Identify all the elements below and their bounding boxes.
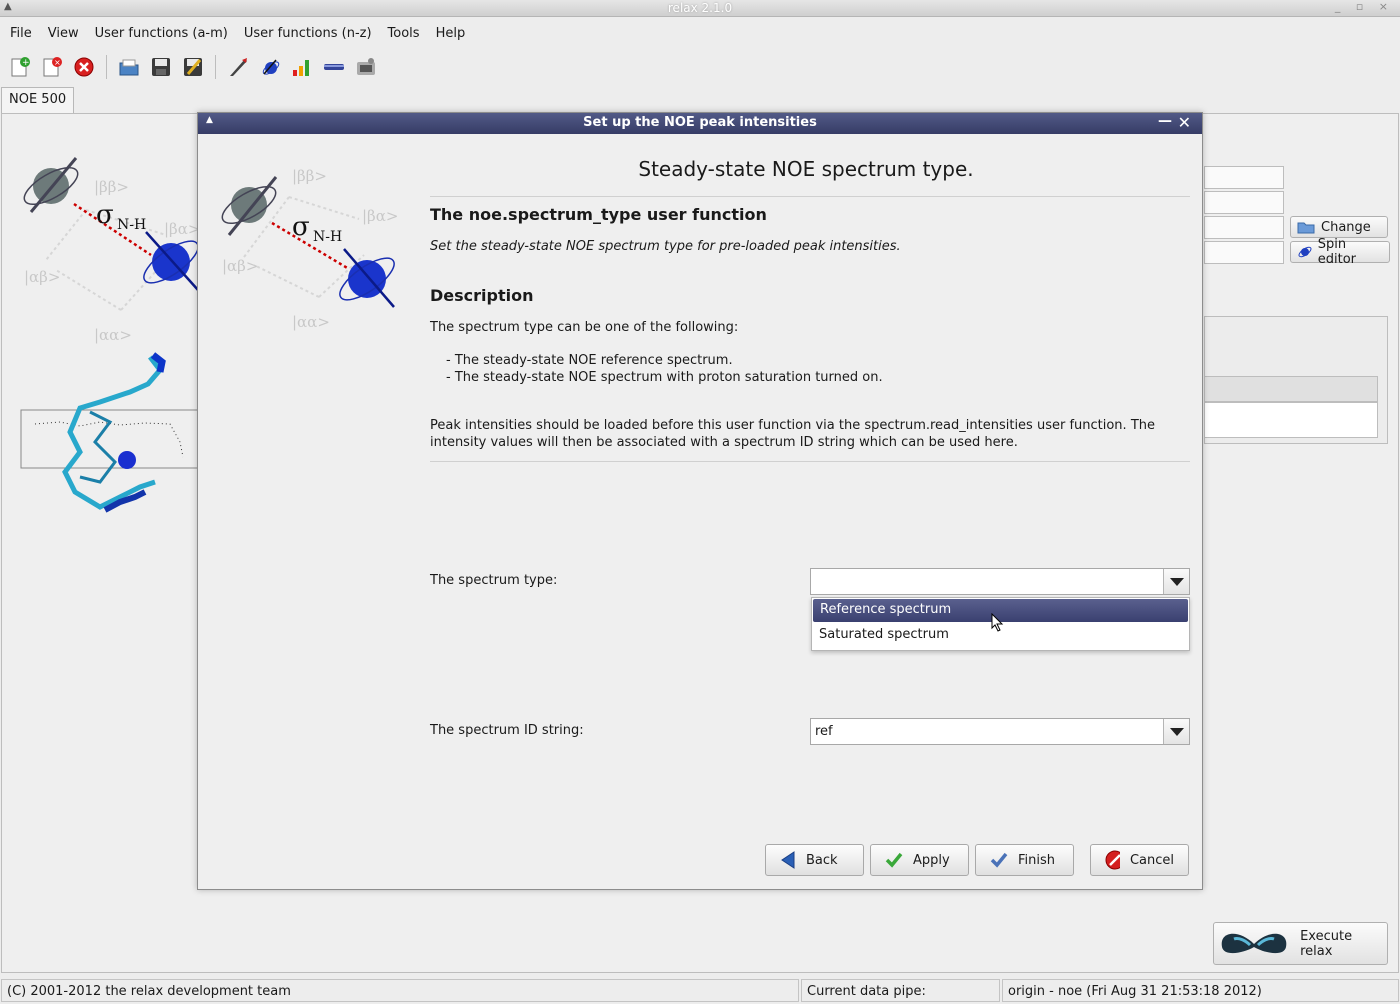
- save-icon[interactable]: [147, 53, 175, 81]
- menu-help[interactable]: Help: [426, 22, 472, 46]
- pipe-editor-icon[interactable]: [320, 53, 348, 81]
- finish-check-icon: [990, 852, 1008, 868]
- background-field-1: [1204, 166, 1284, 189]
- minimize-icon[interactable]: —: [1158, 113, 1172, 129]
- sigma-symbol: σ: [292, 212, 310, 242]
- dialog-heading: Steady-state NOE spectrum type.: [638, 157, 974, 181]
- sigma-subscript: N-H: [313, 229, 342, 245]
- sigma-symbol: σ: [96, 200, 114, 230]
- apply-label: Apply: [913, 852, 950, 868]
- noe-setup-dialog: ▲ Set up the NOE peak intensities — ✕ |β…: [197, 112, 1203, 890]
- noe-graphic: |ββ> |βα> |αβ> |αα> σ N-H: [221, 167, 398, 331]
- spectrum-type-combo[interactable]: [810, 568, 1190, 595]
- check-icon: [885, 852, 903, 868]
- spectrum-id-label: The spectrum ID string:: [430, 723, 584, 738]
- protein-spectrum-image: [20, 352, 200, 513]
- state-ab-label: |αβ>: [24, 268, 60, 286]
- list-item: - The steady-state NOE spectrum with pro…: [446, 370, 883, 385]
- spin-icon: [1298, 246, 1312, 258]
- close-analysis-icon[interactable]: ×: [38, 53, 66, 81]
- status-pipe-label: Current data pipe:: [801, 979, 1000, 1002]
- cancel-label: Cancel: [1129, 852, 1174, 868]
- background-field-2: [1204, 191, 1284, 214]
- menu-user-functions-n-z[interactable]: User functions (n-z): [234, 22, 378, 46]
- user-function-synopsis: Set the steady-state NOE spectrum type f…: [430, 239, 901, 254]
- mouse-cursor-icon: [991, 613, 1004, 632]
- close-icon[interactable]: ✕: [1178, 113, 1191, 132]
- spectrum-type-label: The spectrum type:: [430, 573, 558, 588]
- list-item: - The steady-state NOE reference spectru…: [446, 353, 733, 368]
- cancel-icon: [1105, 850, 1120, 870]
- description-paragraph-2: Peak intensities should be loaded before…: [430, 418, 1155, 450]
- window-controls[interactable]: _ ▫ ×: [1335, 0, 1394, 13]
- execute-relax-label: Execute relax: [1300, 928, 1353, 959]
- sigma-subscript: N-H: [117, 217, 146, 233]
- state-ba-label: |βα>: [164, 220, 200, 238]
- background-list-body: [1204, 402, 1378, 438]
- menubar: File View User functions (a-m) User func…: [0, 22, 1400, 46]
- menu-tools[interactable]: Tools: [378, 22, 426, 46]
- spin-viewer-icon[interactable]: [256, 53, 284, 81]
- toolbar: + ×: [6, 52, 380, 82]
- prompt-icon[interactable]: [352, 53, 380, 81]
- state-bb-label: |ββ>: [94, 178, 129, 196]
- new-analysis-icon[interactable]: +: [6, 53, 34, 81]
- menu-view[interactable]: View: [38, 22, 85, 46]
- dialog-menu-icon[interactable]: ▲: [206, 115, 213, 125]
- change-label: Change: [1321, 219, 1371, 235]
- save-as-icon[interactable]: [179, 53, 207, 81]
- svg-text:+: +: [22, 58, 30, 68]
- spin-editor-button[interactable]: Spin editor: [1290, 237, 1390, 267]
- change-button[interactable]: Change: [1290, 216, 1388, 238]
- svg-text:×: ×: [54, 58, 61, 67]
- finish-button[interactable]: Finish: [975, 844, 1074, 876]
- back-arrow-icon: [781, 851, 795, 869]
- toolbar-separator: [106, 55, 107, 79]
- menu-file[interactable]: File: [0, 22, 38, 46]
- state-ab-label: |αβ>: [222, 257, 258, 275]
- description-list: - The steady-state NOE reference spectru…: [446, 352, 883, 386]
- description-heading: Description: [430, 286, 534, 305]
- close-all-icon[interactable]: [70, 53, 98, 81]
- spectrum-id-value: ref: [815, 724, 833, 739]
- dialog-titlebar: ▲ Set up the NOE peak intensities — ✕: [198, 113, 1202, 134]
- description-divider: [430, 461, 1190, 462]
- apply-button[interactable]: Apply: [870, 844, 969, 876]
- results-icon[interactable]: [288, 53, 316, 81]
- status-copyright: (C) 2001-2012 the relax development team: [1, 979, 799, 1002]
- chevron-down-icon[interactable]: [1163, 569, 1189, 594]
- user-function-title: The noe.spectrum_type user function: [430, 205, 767, 224]
- toolbar-separator: [215, 55, 216, 79]
- statusbar: (C) 2001-2012 the relax development team…: [0, 977, 1400, 1004]
- tab-noe-500[interactable]: NOE 500: [1, 87, 75, 114]
- chevron-down-icon[interactable]: [1163, 719, 1189, 744]
- run-icon[interactable]: [224, 53, 252, 81]
- state-aa-label: |αα>: [292, 313, 330, 331]
- background-field-4: [1204, 241, 1284, 264]
- heading-divider: [430, 196, 1190, 197]
- finish-label: Finish: [1018, 852, 1056, 868]
- folder-icon: [1297, 222, 1315, 234]
- status-pipe-value: origin - noe (Fri Aug 31 21:53:18 2012): [1002, 979, 1399, 1002]
- butterfly-icon: [1221, 933, 1287, 953]
- window-title: relax 2.1.0: [667, 1, 733, 15]
- noe-graphic-background: |ββ> |βα> |αβ> |αα> σ N-H: [23, 157, 200, 344]
- cancel-button[interactable]: Cancel: [1090, 844, 1189, 876]
- execute-relax-button[interactable]: Execute relax: [1213, 922, 1388, 965]
- description-paragraph-1: The spectrum type can be one of the foll…: [430, 320, 739, 335]
- state-bb-label: |ββ>: [292, 167, 327, 185]
- state-aa-label: |αα>: [94, 326, 132, 344]
- menu-user-functions-a-m[interactable]: User functions (a-m): [85, 22, 234, 46]
- spin-editor-label: Spin editor: [1317, 237, 1357, 267]
- open-icon[interactable]: [115, 53, 143, 81]
- background-field-3: [1204, 216, 1284, 239]
- background-list-header: [1204, 376, 1378, 402]
- back-button[interactable]: Back: [765, 844, 864, 876]
- window-titlebar: ▲ relax 2.1.0 _ ▫ ×: [0, 0, 1400, 17]
- spectrum-id-combo[interactable]: ref: [810, 718, 1190, 745]
- dialog-title: Set up the NOE peak intensities: [583, 115, 817, 130]
- state-ba-label: |βα>: [362, 207, 398, 225]
- back-label: Back: [806, 852, 838, 868]
